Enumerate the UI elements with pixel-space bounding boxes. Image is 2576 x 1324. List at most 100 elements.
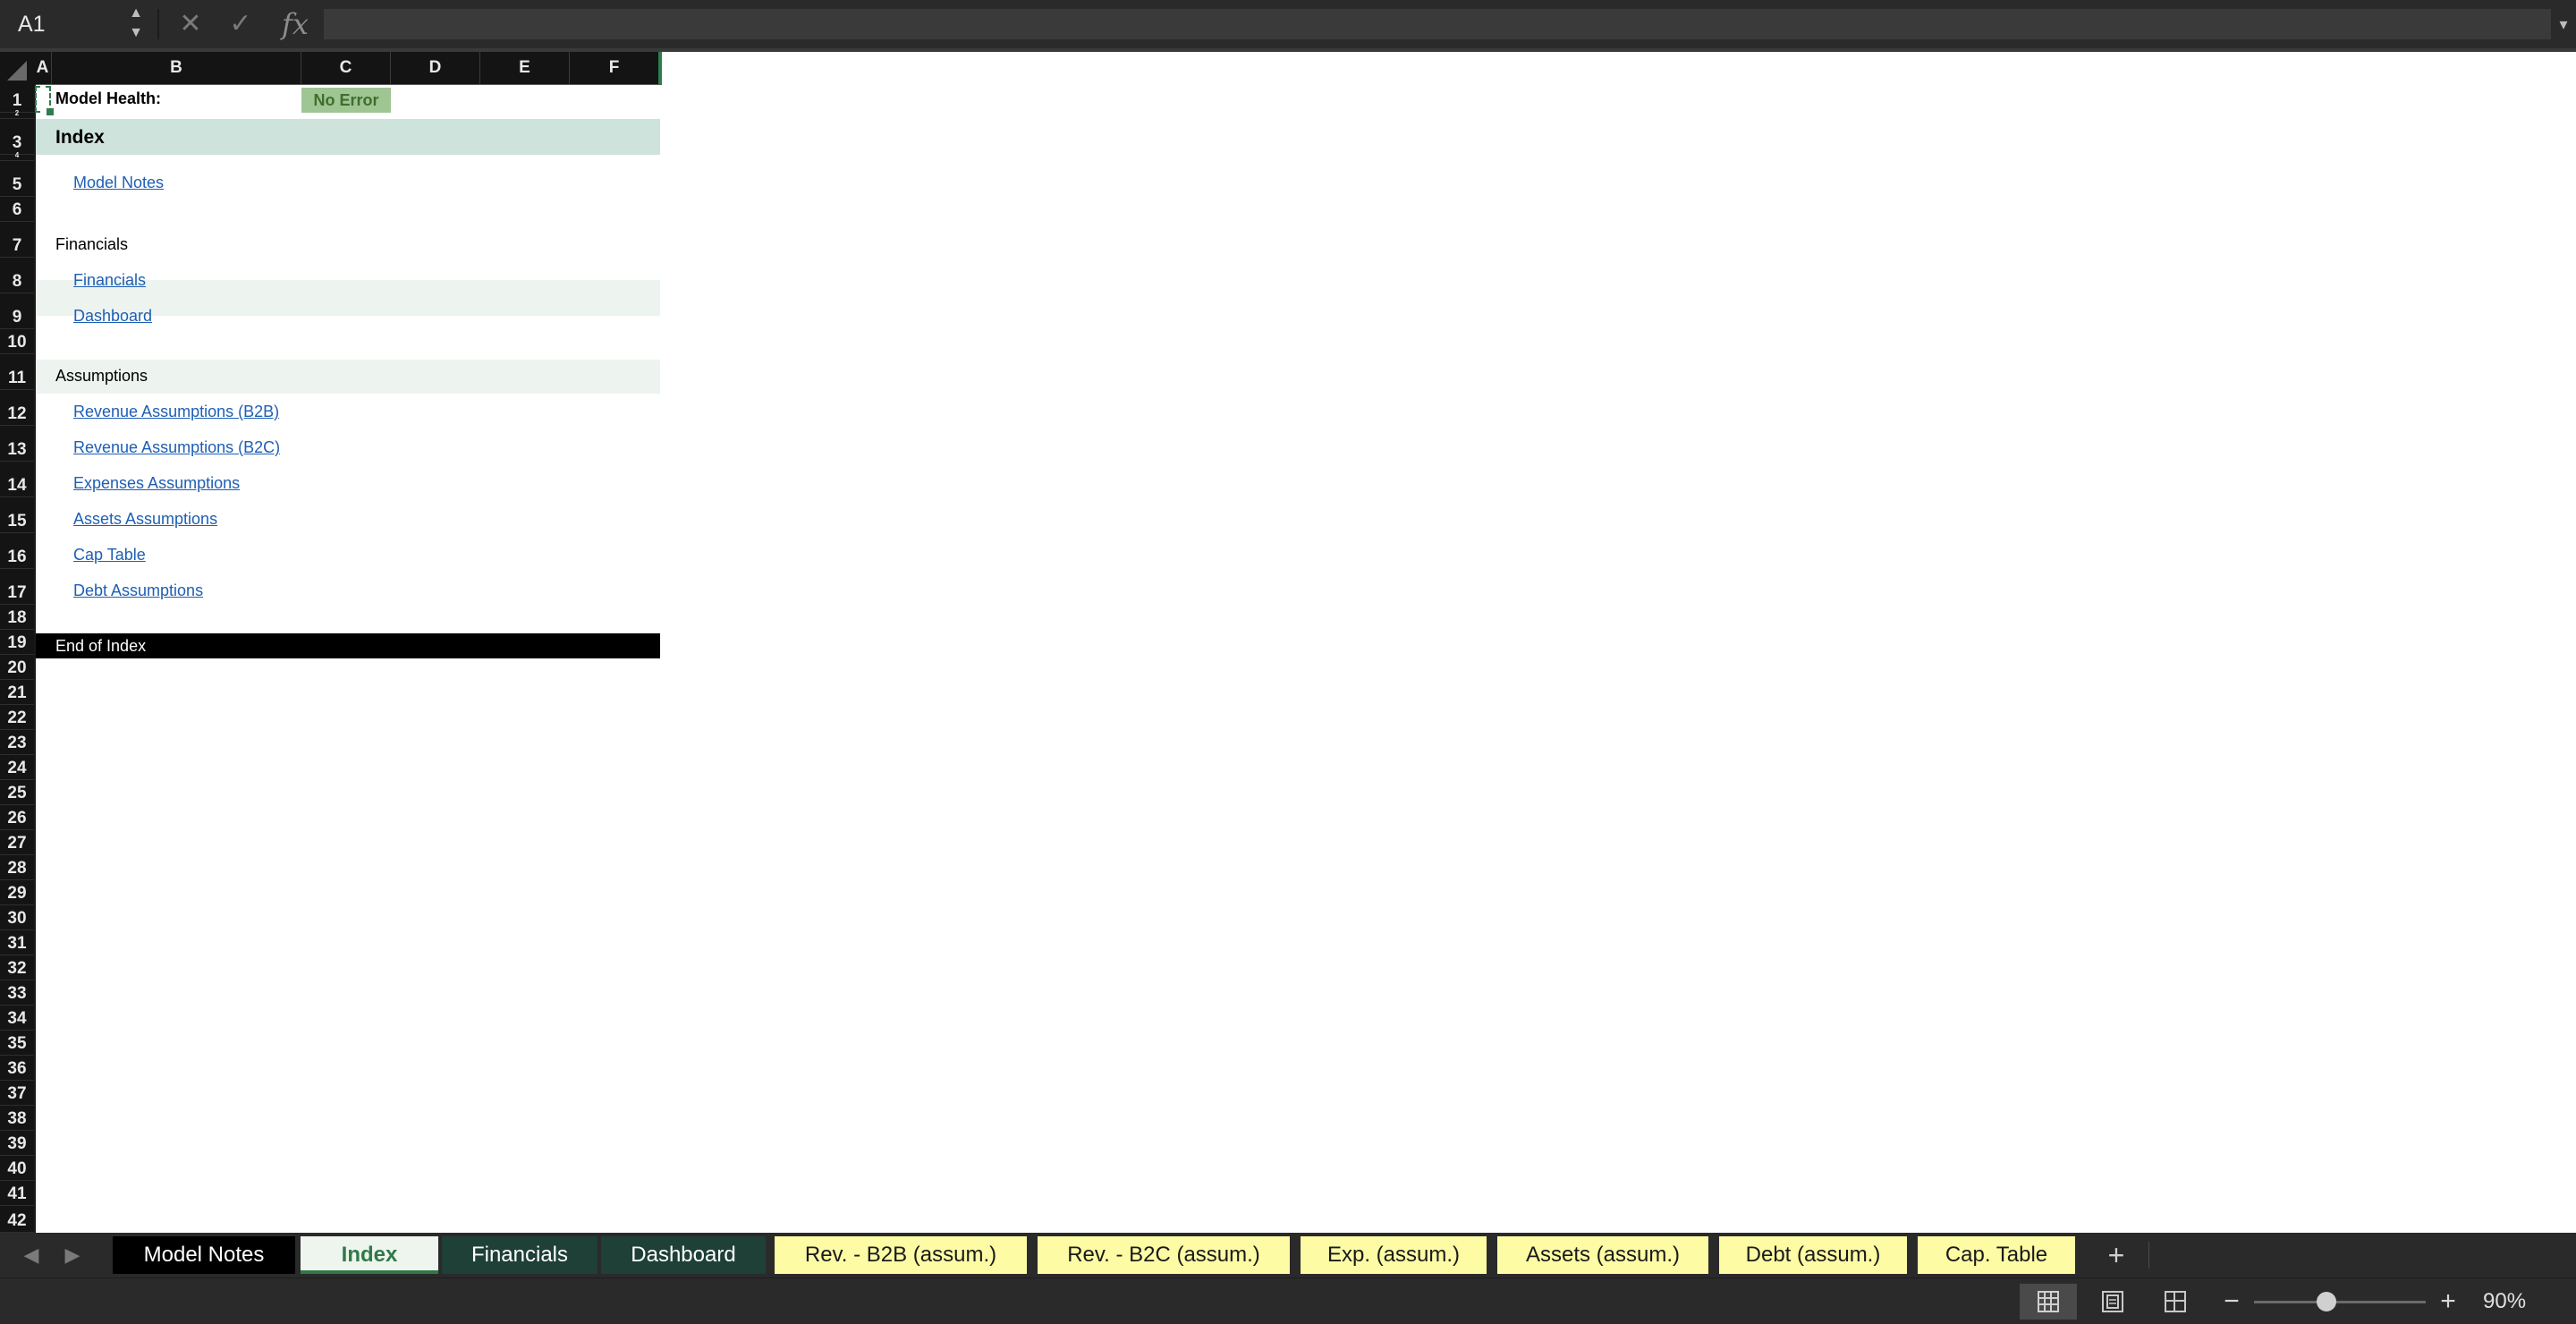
row-header-12[interactable]: 12 xyxy=(0,390,34,426)
normal-view-button[interactable] xyxy=(2020,1284,2077,1320)
row-header-24[interactable]: 24 xyxy=(0,755,34,780)
column-header-d[interactable]: D xyxy=(391,52,480,84)
row-header-36[interactable]: 36 xyxy=(0,1056,34,1081)
row-header-30[interactable]: 30 xyxy=(0,905,34,930)
row-header-9[interactable]: 9 xyxy=(0,293,34,329)
row-header-3[interactable]: 3 xyxy=(0,119,34,155)
tab-assets[interactable]: Assets (assum.) xyxy=(1497,1236,1708,1274)
column-header-f[interactable]: F xyxy=(570,52,659,84)
page-break-icon xyxy=(2165,1291,2186,1312)
assumptions-section-label: Assumptions xyxy=(55,367,148,385)
formula-bar: A1 ▲ ▼ ✕ ✓ fx ▾ xyxy=(0,0,2576,48)
tab-model-notes[interactable]: Model Notes xyxy=(113,1236,295,1274)
index-title: Index xyxy=(55,127,105,148)
model-notes-link[interactable]: Model Notes xyxy=(73,174,164,192)
status-bar: − + 90% xyxy=(0,1277,2576,1324)
fill-handle[interactable] xyxy=(46,107,55,116)
row-header-28[interactable]: 28 xyxy=(0,855,34,880)
financials-section-label: Financials xyxy=(55,235,129,253)
cap-table-link[interactable]: Cap Table xyxy=(73,546,146,564)
zoom-out-button[interactable]: − xyxy=(2218,1284,2245,1320)
row-header-gutter xyxy=(34,84,36,1233)
row-header-31[interactable]: 31 xyxy=(0,930,34,955)
row-header-25[interactable]: 25 xyxy=(0,780,34,805)
prev-sheet-icon[interactable]: ◀ xyxy=(18,1233,45,1277)
tab-dashboard[interactable]: Dashboard xyxy=(601,1236,766,1274)
cancel-icon[interactable]: ✕ xyxy=(175,7,206,41)
row-header-16[interactable]: 16 xyxy=(0,533,34,569)
select-all-corner[interactable] xyxy=(0,52,34,84)
row-header-37[interactable]: 37 xyxy=(0,1081,34,1106)
tab-debt[interactable]: Debt (assum.) xyxy=(1719,1236,1907,1274)
row-header-8[interactable]: 8 xyxy=(0,258,34,293)
row-header-13[interactable]: 13 xyxy=(0,426,34,462)
row-header-32[interactable]: 32 xyxy=(0,955,34,980)
zoom-level-label[interactable]: 90% xyxy=(2483,1284,2563,1320)
financials-link[interactable]: Financials xyxy=(73,271,146,290)
revenue-b2c-link[interactable]: Revenue Assumptions (B2C) xyxy=(73,438,280,457)
sheet-tab-bar: ◀ ▶ Model Notes Index Financials Dashboa… xyxy=(0,1233,2576,1277)
column-header-c[interactable]: C xyxy=(301,52,391,84)
row-header-23[interactable]: 23 xyxy=(0,730,34,755)
row-header-27[interactable]: 27 xyxy=(0,830,34,855)
tab-bar-divider xyxy=(2148,1242,2149,1269)
revenue-b2b-link[interactable]: Revenue Assumptions (B2B) xyxy=(73,403,279,421)
column-header-b[interactable]: B xyxy=(52,52,301,84)
tab-financials[interactable]: Financials xyxy=(442,1236,597,1274)
tab-expenses[interactable]: Exp. (assum.) xyxy=(1301,1236,1487,1274)
tab-index[interactable]: Index xyxy=(301,1236,438,1274)
tab-rev-b2b[interactable]: Rev. - B2B (assum.) xyxy=(775,1236,1027,1274)
row-header-14[interactable]: 14 xyxy=(0,462,34,497)
row-header-38[interactable]: 38 xyxy=(0,1106,34,1131)
row-header-11[interactable]: 11 xyxy=(0,354,34,390)
row-header-26[interactable]: 26 xyxy=(0,805,34,830)
row-header-40[interactable]: 40 xyxy=(0,1156,34,1181)
row-header-22[interactable]: 22 xyxy=(0,705,34,730)
row-header-21[interactable]: 21 xyxy=(0,680,34,705)
enter-icon[interactable]: ✓ xyxy=(225,7,256,41)
row-header-41[interactable]: 41 xyxy=(0,1181,34,1206)
assets-assumptions-link[interactable]: Assets Assumptions xyxy=(73,510,217,529)
row-header-17[interactable]: 17 xyxy=(0,569,34,605)
row-header-5[interactable]: 5 xyxy=(0,161,34,197)
row-header-19[interactable]: 19 xyxy=(0,630,34,655)
row-header-6[interactable]: 6 xyxy=(0,197,34,222)
next-sheet-icon[interactable]: ▶ xyxy=(59,1233,86,1277)
row-header-20[interactable]: 20 xyxy=(0,655,34,680)
worksheet-grid[interactable]: A B C D E F 1 2 3 4 5 6 7 8 9 10 11 12 1… xyxy=(0,52,2576,1233)
row-header-2[interactable]: 2 xyxy=(0,110,34,119)
page-layout-view-button[interactable] xyxy=(2084,1284,2141,1320)
add-sheet-icon[interactable]: + xyxy=(2100,1233,2132,1277)
zoom-slider-thumb[interactable] xyxy=(2316,1292,2336,1311)
row-header-7[interactable]: 7 xyxy=(0,222,34,258)
debt-assumptions-link[interactable]: Debt Assumptions xyxy=(73,581,203,600)
model-health-status-badge: No Error xyxy=(301,88,391,113)
tab-cap-table[interactable]: Cap. Table xyxy=(1918,1236,2075,1274)
name-box-stepper-icon[interactable]: ▲ ▼ xyxy=(127,4,145,45)
row-header-18[interactable]: 18 xyxy=(0,605,34,630)
column-header-e[interactable]: E xyxy=(480,52,570,84)
formula-input[interactable] xyxy=(324,9,2551,39)
row-header-34[interactable]: 34 xyxy=(0,1006,34,1031)
end-of-index-label: End of Index xyxy=(55,637,147,655)
row-header-35[interactable]: 35 xyxy=(0,1031,34,1056)
index-header-band xyxy=(36,119,660,155)
insert-function-icon[interactable]: fx xyxy=(277,7,313,41)
formula-bar-divider xyxy=(157,9,159,39)
row-header-39[interactable]: 39 xyxy=(0,1131,34,1156)
row-header-42[interactable]: 42 xyxy=(0,1206,34,1233)
row-header-10[interactable]: 10 xyxy=(0,329,34,354)
column-header-divider xyxy=(0,84,662,85)
tab-rev-b2c[interactable]: Rev. - B2C (assum.) xyxy=(1038,1236,1290,1274)
row-header-29[interactable]: 29 xyxy=(0,880,34,905)
row-header-33[interactable]: 33 xyxy=(0,980,34,1006)
zoom-slider-track[interactable] xyxy=(2254,1301,2426,1303)
row-header-4[interactable]: 4 xyxy=(0,152,34,161)
column-header-a[interactable]: A xyxy=(34,52,52,84)
row-header-15[interactable]: 15 xyxy=(0,497,34,533)
dashboard-link[interactable]: Dashboard xyxy=(73,307,152,326)
expand-formula-bar-icon[interactable]: ▾ xyxy=(2555,11,2572,38)
page-break-view-button[interactable] xyxy=(2147,1284,2204,1320)
zoom-in-button[interactable]: + xyxy=(2435,1284,2462,1320)
expenses-assumptions-link[interactable]: Expenses Assumptions xyxy=(73,474,240,493)
